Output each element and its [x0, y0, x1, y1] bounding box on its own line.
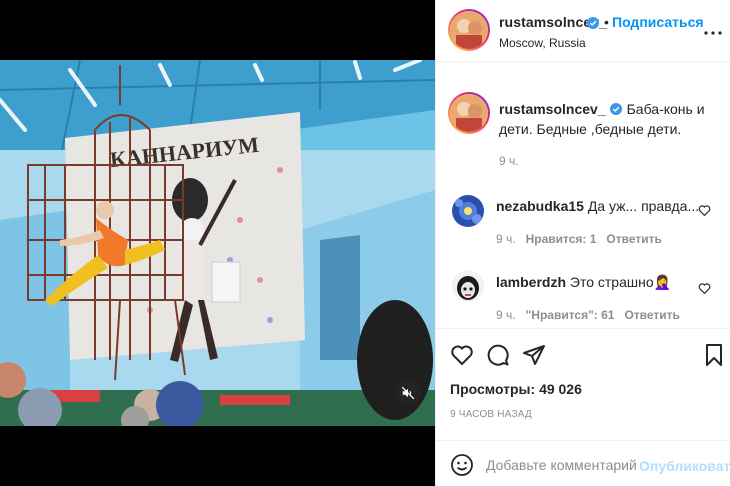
- publish-button[interactable]: Опубликовать: [639, 458, 730, 474]
- comment-username[interactable]: nezabudka15: [496, 198, 584, 214]
- comment-username[interactable]: lamberdzh: [496, 274, 566, 290]
- heart-icon: [698, 283, 711, 295]
- more-icon: [704, 31, 722, 35]
- comment-body: Да уж... правда...: [587, 198, 700, 214]
- reply-button[interactable]: Ответить: [624, 308, 679, 322]
- muted-speaker-icon: [401, 386, 415, 400]
- comment-icon: [487, 344, 509, 366]
- heart-icon: [698, 205, 711, 217]
- comment-likes[interactable]: Нравится: 1: [526, 232, 597, 246]
- author-avatar[interactable]: [448, 9, 490, 51]
- caption-username[interactable]: rustamsolncev_: [499, 101, 606, 117]
- post-media: КАННАРИУМ: [0, 0, 435, 486]
- comment-avatar[interactable]: [452, 270, 484, 302]
- comments-section: rustamsolncev_ Баба-конь и дети. Бедные ,…: [436, 62, 730, 327]
- verified-badge-icon: [609, 100, 622, 115]
- post-actions: Просмотры: 49 026 9 ЧАСОВ НАЗАД: [436, 328, 730, 438]
- save-button[interactable]: [702, 343, 726, 367]
- emoji-button[interactable]: [450, 453, 474, 477]
- comment-like-button[interactable]: [698, 282, 711, 295]
- share-icon: [523, 345, 545, 365]
- view-count[interactable]: Просмотры: 49 026: [450, 381, 582, 397]
- comment-text-row: lamberdzh Это страшно🤦‍♀️: [496, 274, 671, 291]
- comment-likes[interactable]: "Нравится": 61: [526, 308, 615, 322]
- comment-text-row: nezabudka15 Да уж... правда...: [496, 198, 699, 214]
- video-player[interactable]: КАННАРИУМ: [0, 60, 435, 426]
- comment-like-button[interactable]: [698, 204, 711, 217]
- comment-composer: Опубликовать: [436, 440, 730, 486]
- post-timestamp[interactable]: 9 ЧАСОВ НАЗАД: [450, 409, 532, 420]
- separator-dot: •: [604, 14, 609, 30]
- more-options-button[interactable]: [704, 22, 722, 36]
- video-frame: КАННАРИУМ: [0, 60, 435, 426]
- reply-button[interactable]: Ответить: [606, 232, 661, 246]
- like-button[interactable]: [450, 343, 474, 367]
- share-button[interactable]: [522, 343, 546, 367]
- comment-time[interactable]: 9 ч.: [496, 232, 516, 246]
- comment-meta: 9 ч. Нравится: 1 Ответить: [496, 232, 662, 246]
- verified-badge-icon: [587, 16, 599, 29]
- comment-button[interactable]: [486, 343, 510, 367]
- views-label: Просмотры:: [450, 381, 536, 397]
- follow-button[interactable]: Подписаться: [612, 14, 704, 30]
- post-caption: rustamsolncev_ Баба-конь и дети. Бедные ,…: [499, 99, 719, 139]
- comment-body: Это страшно🤦‍♀️: [569, 274, 672, 290]
- caption-author-avatar[interactable]: [448, 92, 490, 134]
- mute-button[interactable]: [395, 380, 421, 406]
- caption-time[interactable]: 9 ч.: [499, 154, 519, 168]
- smile-icon: [451, 454, 473, 476]
- heart-icon: [451, 345, 473, 366]
- post-header: rustamsolncev_ • Подписаться Moscow, Rus…: [436, 0, 730, 62]
- post-sidebar: rustamsolncev_ • Подписаться Moscow, Rus…: [435, 0, 730, 486]
- comment-avatar[interactable]: [452, 195, 484, 227]
- comment-input[interactable]: [486, 455, 636, 475]
- comment-time[interactable]: 9 ч.: [496, 308, 516, 322]
- post-location[interactable]: Moscow, Russia: [499, 36, 586, 50]
- views-value: 49 026: [539, 381, 582, 397]
- comment-meta: 9 ч. "Нравится": 61 Ответить: [496, 308, 680, 322]
- bookmark-icon: [706, 344, 722, 366]
